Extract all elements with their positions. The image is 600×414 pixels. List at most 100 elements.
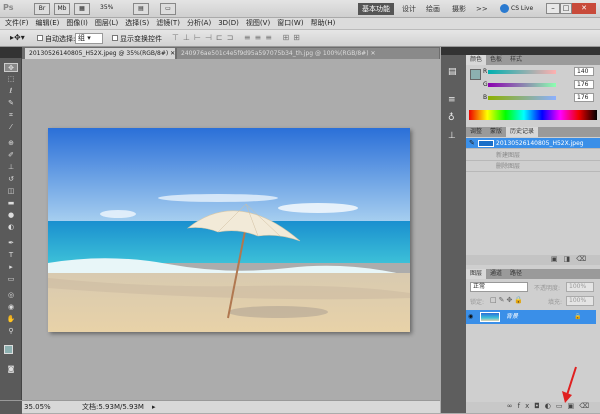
zoom-readout[interactable]: 35.05% [24,401,51,413]
tab-swatches[interactable]: 色板 [486,55,506,65]
launch-bridge-button[interactable]: Br [34,3,50,15]
blue-value[interactable]: 176 [574,93,594,102]
zoom-tool-icon[interactable]: ⚲ [4,327,18,336]
auto-select-dropdown[interactable]: 组 ▾ [75,33,103,44]
type-tool-icon[interactable]: T [4,251,18,260]
workspace-painting[interactable]: 绘画 [422,3,444,15]
clone-source-icon[interactable]: ♁ [448,113,455,123]
workspace-essentials[interactable]: 基本功能 [358,3,394,15]
green-value[interactable]: 176 [574,80,594,89]
color-panel-tabs: 颜色 色板 样式 [466,55,600,65]
history-item-label: 新建图层 [496,152,521,159]
zoom-level-dropdown[interactable]: 35% [100,4,113,11]
opacity-field[interactable]: 100% [566,282,594,292]
brush-panel-icon[interactable]: ≡ [448,95,456,105]
mini-bridge-button[interactable]: Mb [54,3,70,15]
healing-brush-tool-icon[interactable]: ⊕ [4,139,18,148]
show-transform-checkbox[interactable] [112,35,118,41]
character-panel-icon[interactable]: ⊥ [448,131,456,141]
3d-rotate-tool-icon[interactable]: ◎ [4,291,18,300]
menu-select[interactable]: 选择(S) [125,18,149,29]
red-value[interactable]: 140 [574,67,594,76]
maximize-button[interactable]: □ [560,3,572,14]
lock-buttons[interactable]: □✎✥🔒 [490,296,525,304]
menu-filter[interactable]: 滤镜(T) [156,18,180,29]
move-tool-preset-icon[interactable]: ▸✥▾ [10,33,25,42]
align-buttons[interactable]: ⊤⊥⊢⊣⊏⊐ ≡≡≡ ⊞⊞ [172,33,304,42]
document-tab-active[interactable]: 20130526140805_H52X.jpeg @ 35%(RGB/8#) ✕ [25,48,175,59]
menu-3d[interactable]: 3D(D) [218,18,239,29]
move-tool-icon[interactable]: ✥ [4,63,18,72]
tab-masks[interactable]: 蒙版 [486,127,506,137]
workspace-design[interactable]: 设计 [398,3,420,15]
tab-color[interactable]: 颜色 [466,55,487,65]
more-workspaces-button[interactable]: >> [472,3,492,15]
layer-row-background[interactable]: ◉ 背景 🔒 [466,310,596,324]
brush-tool-icon[interactable]: ✐ [4,151,18,160]
status-menu-arrow[interactable]: ▸ [152,401,156,413]
auto-select-checkbox[interactable] [37,35,43,41]
history-brush-tool-icon[interactable]: ↺ [4,175,18,184]
tab-layers[interactable]: 图层 [466,269,487,279]
menu-window[interactable]: 窗口(W) [277,18,303,29]
quick-select-tool-icon[interactable]: ✎ [4,99,18,108]
history-item[interactable]: 新建图层 [466,150,600,161]
layer-visibility-eye-icon[interactable]: ◉ [468,310,473,324]
dodge-tool-icon[interactable]: ◐ [4,223,18,232]
pen-tool-icon[interactable]: ✒ [4,239,18,248]
path-select-tool-icon[interactable]: ▸ [4,263,18,272]
cs-live-button[interactable]: CS Live [511,5,533,12]
layer-name: 背景 [506,313,519,320]
menu-analysis[interactable]: 分析(A) [187,18,211,29]
history-brush-source-icon[interactable]: ✎ [469,138,475,149]
menu-layer[interactable]: 图层(L) [95,18,118,29]
application-bar: Ps Br Mb ▦ 35% ▤ ▭ 基本功能 设计 绘画 摄影 >> CS L… [0,0,600,18]
gradient-tool-icon[interactable]: ▬ [4,199,18,208]
eraser-tool-icon[interactable]: ◫ [4,187,18,196]
fill-field[interactable]: 100% [566,296,594,306]
green-slider[interactable] [488,83,556,87]
menu-file[interactable]: 文件(F) [5,18,29,29]
menu-help[interactable]: 帮助(H) [311,18,336,29]
tab-styles[interactable]: 样式 [506,55,526,65]
menu-edit[interactable]: 编辑(E) [36,18,60,29]
tools-panel-header [0,47,22,58]
crop-tool-icon[interactable]: ⌗ [4,111,18,120]
menu-image[interactable]: 图像(I) [66,18,88,29]
foreground-color-swatch[interactable] [4,345,13,354]
shape-tool-icon[interactable]: ▭ [4,275,18,284]
minimize-button[interactable]: – [546,3,560,14]
marquee-tool-icon[interactable]: ⬚ [4,75,18,84]
tab-adjustments[interactable]: 调整 [466,127,486,137]
color-spectrum[interactable] [469,110,597,120]
arrange-documents-button[interactable]: ▤ [133,3,149,15]
tab-history[interactable]: 历史记录 [506,127,539,137]
view-extras-button[interactable]: ▦ [74,3,90,15]
eyedropper-tool-icon[interactable]: ⁄ [4,123,18,132]
history-snapshot[interactable]: ✎ 20130526140805_H52X.jpeg [466,138,600,149]
foreground-color[interactable] [470,69,481,80]
red-slider[interactable] [488,70,556,74]
lasso-tool-icon[interactable]: ℓ [4,87,18,96]
red-annotation-arrow [562,366,577,403]
document-tab-inactive[interactable]: 240976ae501c4e5f9d95a597075b34_th.jpg @ … [177,48,439,59]
info-panel-icon[interactable]: ▤ [448,67,457,77]
3d-camera-tool-icon[interactable]: ◉ [4,303,18,312]
blend-mode-dropdown[interactable]: 正常 [470,282,528,292]
workspace-photography[interactable]: 摄影 [448,3,470,15]
blur-tool-icon[interactable]: ● [4,211,18,220]
close-button[interactable]: ✕ [572,3,596,14]
show-transform-label: 显示变换控件 [120,35,162,43]
menu-view[interactable]: 视图(V) [246,18,270,29]
quick-mask-icon[interactable]: ◙ [4,365,18,374]
hand-tool-icon[interactable]: ✋ [4,315,18,324]
document-image-beach[interactable] [48,128,410,332]
history-footer-buttons[interactable]: ▣◨⌫ [466,255,600,265]
history-item[interactable]: 删除图层 [466,161,600,172]
options-bar: ▸✥▾ 自动选择: 组 ▾ 显示变换控件 ⊤⊥⊢⊣⊏⊐ ≡≡≡ ⊞⊞ [0,29,600,47]
tab-paths[interactable]: 路径 [506,269,526,279]
screen-mode-button[interactable]: ▭ [160,3,176,15]
clone-stamp-tool-icon[interactable]: ⊥ [4,163,18,172]
tab-channels[interactable]: 通道 [486,269,506,279]
blue-slider[interactable] [488,96,556,100]
